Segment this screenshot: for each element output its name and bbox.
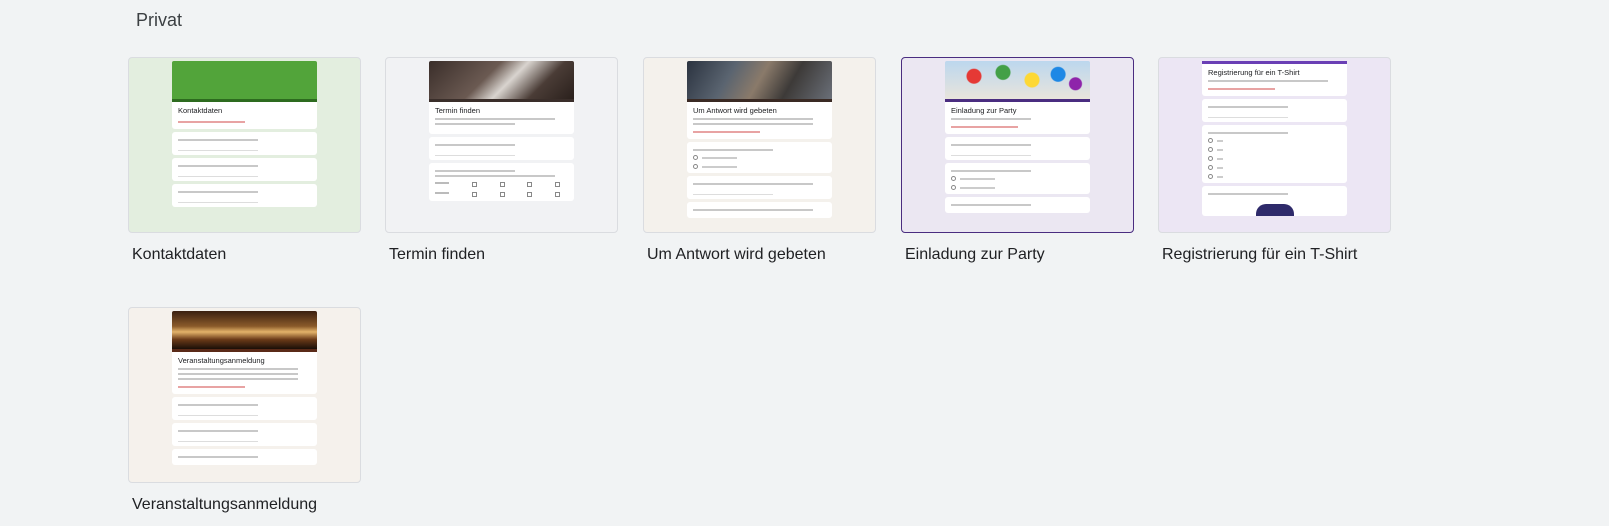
t-shirt-image	[1255, 204, 1294, 216]
template-tile-kontaktdaten[interactable]: Kontaktdaten Kontaktdaten	[128, 57, 361, 264]
form-header-image	[172, 61, 317, 99]
form-preview-title: Kontaktdaten	[178, 106, 223, 115]
form-header-image	[945, 61, 1090, 99]
section-title: Privat	[136, 10, 183, 30]
template-title[interactable]: Einladung zur Party	[901, 246, 1134, 264]
template-tile-termin-finden[interactable]: Termin finden Termin finden	[385, 57, 618, 264]
template-thumbnail[interactable]: Veranstaltungsanmeldung	[128, 307, 361, 483]
form-header-image	[429, 61, 574, 99]
template-title[interactable]: Registrierung für ein T-Shirt	[1158, 246, 1391, 264]
form-header-image	[172, 311, 317, 349]
template-thumbnail[interactable]: Termin finden	[385, 57, 618, 233]
form-preview-title: Registrierung für ein T-Shirt	[1208, 68, 1300, 77]
template-tile-einladung-zur-party[interactable]: Einladung zur Party Einladung zur Party	[901, 57, 1134, 264]
form-preview-title: Einladung zur Party	[951, 106, 1017, 115]
template-title[interactable]: Veranstaltungsanmeldung	[128, 496, 361, 514]
form-preview-title: Termin finden	[435, 106, 481, 115]
template-thumbnail[interactable]: Registrierung für ein T-Shirt	[1158, 57, 1391, 233]
template-tile-veranstaltungsanmeldung[interactable]: Veranstaltungsanmeldung Veranstaltungsan…	[128, 307, 361, 514]
template-title[interactable]: Kontaktdaten	[128, 246, 361, 264]
template-thumbnail[interactable]: Um Antwort wird gebeten	[643, 57, 876, 233]
template-thumbnail[interactable]: Kontaktdaten	[128, 57, 361, 233]
template-tile-registrierung-t-shirt[interactable]: Registrierung für ein T-Shirt Registrier…	[1158, 57, 1391, 264]
template-title[interactable]: Termin finden	[385, 246, 618, 264]
form-preview-title: Um Antwort wird gebeten	[693, 106, 777, 115]
template-thumbnail[interactable]: Einladung zur Party	[901, 57, 1134, 233]
form-preview-title: Veranstaltungsanmeldung	[178, 356, 265, 365]
form-header-image	[687, 61, 832, 99]
template-tile-um-antwort-wird-gebeten[interactable]: Um Antwort wird gebeten Um Antwort wird …	[643, 57, 876, 264]
template-title[interactable]: Um Antwort wird gebeten	[643, 246, 876, 264]
